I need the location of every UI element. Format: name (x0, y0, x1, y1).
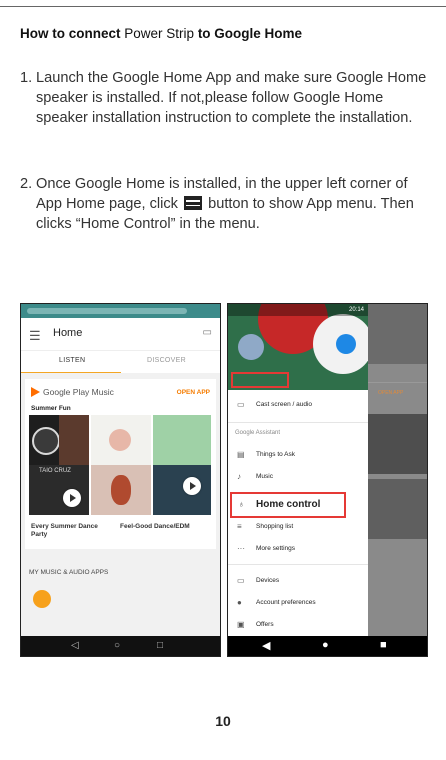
play-music-icon (31, 387, 40, 397)
offers-icon: ▣ (237, 620, 245, 629)
menu-item-things[interactable]: ▤ Things to Ask (228, 444, 368, 466)
open-app-button[interactable]: OPEN APP (177, 389, 210, 396)
account-header: 20:14 (228, 304, 368, 390)
page-heading: How to connect Power Strip to Google Hom… (20, 26, 303, 41)
section-label: Google Assistant (235, 430, 281, 436)
music-card: Google Play Music OPEN APP Summer Fun TA… (25, 379, 216, 549)
my-music-section: MY MUSIC & AUDIO APPS (29, 569, 109, 576)
tab-bar: LISTEN DISCOVER (21, 351, 220, 374)
music-icon: ♪ (237, 472, 241, 481)
more-icon: ··· (237, 544, 245, 553)
nav-bar: ◁ ○ □ (21, 636, 220, 656)
menu-item-music[interactable]: ♪ Music (228, 466, 368, 488)
album-cover[interactable] (29, 415, 60, 465)
step-text: Launch the Google Home App and make sure… (36, 70, 427, 126)
home-content: Google Play Music OPEN APP Summer Fun TA… (21, 373, 220, 636)
menu-item-offers[interactable]: ▣ Offers (228, 614, 368, 636)
devices-icon: ▭ (237, 576, 245, 585)
album-cover[interactable] (91, 465, 151, 515)
step-2: 2. Once Google Home is installed, in the… (20, 174, 430, 234)
menu-item-devices[interactable]: ▭ Devices (228, 570, 368, 592)
menu-item-shopping[interactable]: ≡ Shopping list (228, 516, 368, 538)
divider (228, 422, 368, 423)
bulb-icon: ♁ (238, 499, 245, 509)
screenshot-home: ☰ Home ▭ LISTEN DISCOVER Google Play Mus… (20, 303, 221, 657)
album-cover[interactable] (91, 415, 151, 465)
album-cover[interactable] (153, 415, 211, 465)
back-icon[interactable]: ◁ (71, 640, 79, 651)
nav-bar: ◀ ● ■ (228, 636, 427, 656)
status-bar (21, 304, 220, 318)
step-1: 1. Launch the Google Home App and make s… (20, 68, 430, 128)
album-cover[interactable]: TAIO CRUZ (29, 465, 89, 515)
status-bar: 20:14 (228, 304, 368, 316)
app-bar: ☰ Home ▭ (21, 318, 220, 351)
nav-drawer: 20:14 ▭ Cast screen / audio Google Assis… (228, 304, 368, 636)
app-title: Home (53, 327, 83, 339)
hamburger-icon[interactable]: ☰ (29, 328, 41, 344)
avatar (238, 334, 264, 360)
background-home: OPEN APP (368, 304, 427, 636)
album-grid: TAIO CRUZ (29, 415, 211, 517)
back-icon[interactable]: ◀ (262, 639, 270, 652)
album-cover[interactable] (153, 465, 211, 515)
menu-icon (184, 196, 203, 210)
tab-listen[interactable]: LISTEN (59, 357, 85, 364)
play-icon[interactable] (183, 477, 201, 495)
avatar (336, 334, 356, 354)
recents-icon[interactable]: ■ (380, 639, 387, 651)
menu-item-account[interactable]: ● Account preferences (228, 592, 368, 614)
screenshot-menu: OPEN APP 20:14 ▭ Cast screen / audio Goo… (227, 303, 428, 657)
list-icon: ≡ (237, 522, 242, 531)
tab-discover[interactable]: DISCOVER (147, 357, 186, 364)
recents-icon[interactable]: □ (157, 640, 163, 651)
playlist-caption[interactable]: Every Summer Dance Party (31, 523, 111, 539)
home-icon[interactable]: ● (322, 639, 329, 651)
section-title: Summer Fun (31, 405, 71, 412)
things-icon: ▤ (237, 450, 245, 459)
top-rule (0, 6, 446, 7)
home-icon[interactable]: ○ (114, 640, 120, 651)
account-icon: ● (237, 598, 242, 607)
page-number: 10 (215, 713, 231, 729)
music-app-icon[interactable] (33, 590, 51, 608)
menu-item-home-control[interactable]: ♁ Home control (230, 492, 346, 518)
cast-icon[interactable]: ▭ (203, 327, 212, 338)
menu-item-cast[interactable]: ▭ Cast screen / audio (228, 394, 368, 416)
step-number: 2. (20, 176, 33, 192)
playlist-caption[interactable]: Feel-Good Dance/EDM (120, 523, 210, 531)
divider (228, 564, 368, 565)
step-number: 1. (20, 70, 33, 86)
album-cover[interactable] (59, 415, 89, 465)
cast-icon: ▭ (237, 400, 245, 409)
card-title: Google Play Music (31, 387, 114, 397)
menu-item-more[interactable]: ··· More settings (228, 538, 368, 560)
step-text: Once Google Home is installed, in the up… (36, 176, 414, 232)
account-highlight (231, 372, 289, 388)
play-icon[interactable] (63, 489, 81, 507)
